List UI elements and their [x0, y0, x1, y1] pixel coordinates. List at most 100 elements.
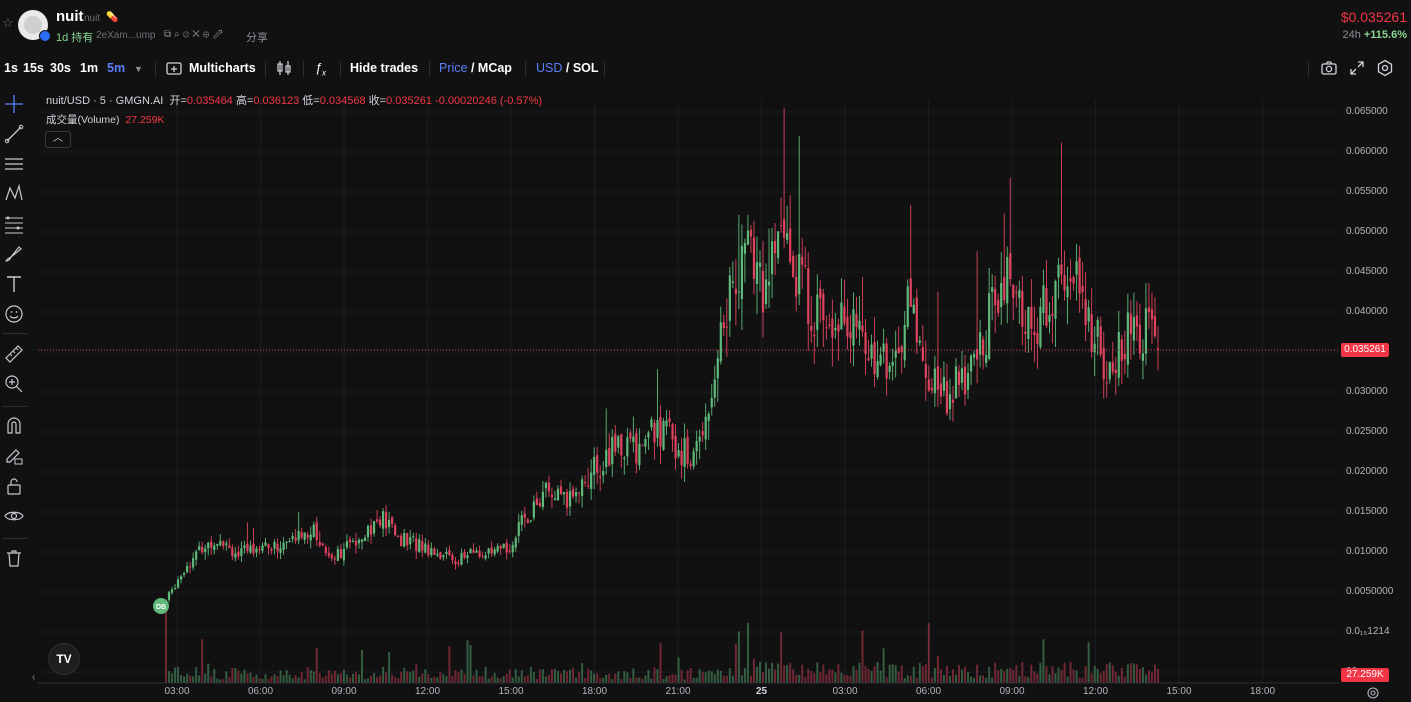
interval-1m[interactable]: 1m — [80, 61, 98, 75]
fullscreen-icon[interactable] — [1348, 59, 1366, 77]
crosshair-icon[interactable] — [3, 93, 25, 115]
globe-icon[interactable]: ⊕ — [203, 29, 213, 40]
volume-bar — [674, 674, 677, 683]
candle-body — [1108, 362, 1111, 380]
mcap-option[interactable]: MCap — [478, 61, 512, 75]
zoom-in-icon[interactable] — [3, 373, 25, 395]
interval-dropdown-icon[interactable]: ▼ — [134, 64, 143, 74]
trend-line-icon[interactable] — [3, 123, 25, 145]
eye-icon[interactable] — [3, 505, 25, 527]
hide-trades-button[interactable]: Hide trades — [350, 61, 418, 75]
candle-body — [954, 366, 958, 398]
sol-option[interactable]: SOL — [573, 61, 599, 75]
volume-bar — [671, 673, 674, 683]
star-icon[interactable]: ☆ — [2, 16, 14, 29]
settings-icon[interactable] — [1376, 59, 1394, 77]
price-option[interactable]: Price — [439, 61, 467, 75]
volume-bar — [306, 667, 309, 683]
trash-icon[interactable] — [3, 547, 25, 569]
ruler-icon[interactable] — [3, 343, 25, 365]
brush-icon[interactable] — [3, 243, 25, 265]
candle-body — [1132, 317, 1135, 341]
external-link-icon[interactable]: ⇗ — [212, 29, 225, 40]
candle-body — [810, 326, 813, 331]
volume-bar — [810, 671, 813, 683]
collapse-legend-button[interactable]: ︿ — [45, 131, 71, 148]
horizontal-lines-icon[interactable] — [3, 153, 25, 175]
candle-body — [454, 561, 457, 565]
unlock-icon[interactable] — [3, 475, 25, 497]
tradingview-logo[interactable]: TV — [48, 643, 80, 675]
interval-1s[interactable]: 1s — [4, 61, 18, 75]
volume-bar — [276, 675, 279, 683]
candle-body — [731, 281, 734, 284]
volume-bar — [1063, 662, 1066, 683]
volume-bar — [520, 670, 523, 683]
share-button[interactable]: 分享 — [246, 29, 268, 45]
candle-body — [369, 525, 373, 535]
candle-body — [807, 268, 810, 325]
volume-bar — [834, 672, 837, 683]
candle-body — [969, 355, 973, 372]
volume-bar — [900, 665, 903, 683]
fib-icon[interactable] — [3, 213, 25, 235]
volume-bar — [957, 665, 960, 683]
axis-settings-icon[interactable] — [1366, 686, 1380, 700]
social-icons[interactable]: ⧉⌕⊘✕⊕⇗ — [164, 29, 225, 40]
camera-icon[interactable] — [1320, 59, 1338, 77]
candle-body — [366, 525, 370, 538]
candle-body — [1012, 284, 1015, 298]
price-chart[interactable]: DB — [30, 88, 1411, 702]
volume-bar — [1117, 675, 1120, 683]
x-axis-label: 12:00 — [1082, 686, 1109, 697]
candle-body — [517, 521, 520, 536]
volume-bar — [774, 669, 777, 683]
multicharts-button[interactable]: Multicharts — [189, 61, 256, 75]
candle-body — [1105, 382, 1108, 384]
indicators-icon[interactable]: ƒx — [315, 61, 326, 78]
x-icon[interactable]: ✕ — [192, 29, 203, 40]
emoji-icon[interactable] — [3, 303, 25, 325]
candle-body — [493, 549, 496, 555]
candle-body — [574, 492, 578, 497]
volume-label: 成交量(Volume) — [46, 114, 120, 126]
candles-icon[interactable] — [275, 59, 293, 77]
copy-icon[interactable]: ⧉ — [164, 29, 174, 40]
candle-body — [424, 543, 427, 553]
candle-body — [381, 511, 385, 529]
scroll-left-icon[interactable]: ‹ — [32, 672, 35, 683]
volume-bar — [620, 678, 623, 683]
magnet-icon[interactable] — [3, 415, 25, 437]
interval-15s[interactable]: 15s — [23, 61, 44, 75]
candle-body — [568, 491, 572, 507]
lock-pencil-icon[interactable] — [3, 445, 25, 467]
token-address[interactable]: 2eXam...ump — [96, 30, 155, 41]
candle-body — [541, 491, 544, 508]
candle-body — [1027, 306, 1030, 339]
candle-body — [698, 436, 701, 442]
search-icon[interactable]: ⌕ — [174, 29, 183, 40]
candle-body — [677, 450, 680, 457]
candle-body — [261, 545, 264, 551]
holding-label: 1d 持有 — [56, 32, 94, 44]
add-chart-icon[interactable] — [165, 59, 183, 77]
volume-bar — [997, 670, 1000, 683]
price-mcap-toggle[interactable]: Price / MCap — [439, 61, 512, 75]
toolbar-divider — [429, 61, 430, 77]
volume-bar — [710, 671, 713, 683]
text-icon[interactable] — [3, 273, 25, 295]
candle-body — [828, 324, 831, 326]
interval-5m[interactable]: 5m — [107, 61, 125, 75]
volume-bar — [373, 673, 376, 683]
volume-bar — [656, 669, 659, 683]
candle-body — [354, 540, 358, 546]
usd-sol-toggle[interactable]: USD / SOL — [536, 61, 599, 75]
candle-body — [982, 339, 985, 356]
candle-body — [487, 548, 490, 554]
interval-30s[interactable]: 30s — [50, 61, 71, 75]
pattern-icon[interactable] — [3, 183, 25, 205]
block-icon[interactable]: ⊘ — [183, 29, 193, 40]
volume-bar — [599, 677, 602, 683]
volume-bar — [291, 678, 294, 683]
usd-option[interactable]: USD — [536, 61, 562, 75]
